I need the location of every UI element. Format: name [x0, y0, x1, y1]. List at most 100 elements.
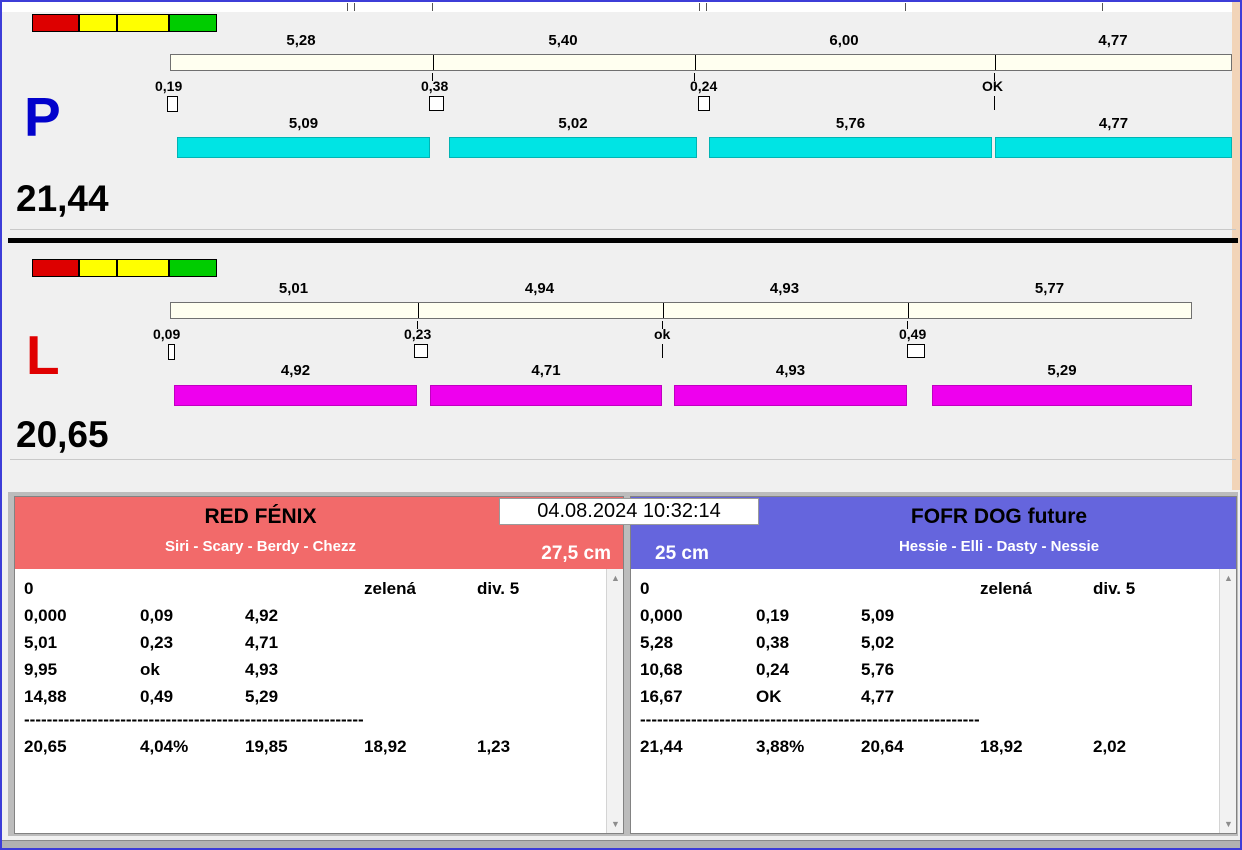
top-edge-tick [432, 3, 433, 11]
dog-time-label: 4,77 [1098, 115, 1129, 132]
indicator-green-box [169, 259, 217, 277]
table-cell [140, 575, 245, 602]
scroll-up-icon[interactable]: ▲ [1222, 571, 1235, 585]
time-bar-segment [674, 385, 907, 406]
table-cell: 2,02 [1093, 737, 1127, 756]
table-cell [980, 656, 1093, 683]
flyball-timing-window: 5,28 5,40 6,00 4,77 0,19 0,38 0,24 OK 5,… [0, 0, 1242, 850]
split-divider [663, 303, 664, 318]
time-bar-segment [995, 137, 1232, 158]
table-cell [364, 602, 477, 629]
lane-total-time: 20,65 [16, 414, 109, 455]
marker-box [698, 96, 710, 111]
results-text-right[interactable]: 0 zelená div. 5 0,000 0,19 5,09 5,28 0,3… [631, 569, 1236, 833]
scroll-down-icon[interactable]: ▼ [1222, 817, 1235, 831]
table-cell: 0,000 [24, 606, 67, 625]
table-cell [364, 656, 477, 683]
table-cell [980, 629, 1093, 656]
indicator-yellow-box [79, 14, 117, 32]
dog-time-label: 5,29 [1047, 362, 1077, 379]
table-cell [1093, 656, 1236, 683]
scrollbar[interactable]: ▲ ▼ [606, 569, 623, 833]
split-label: 6,00 [829, 32, 859, 49]
table-cell: 20,65 [24, 737, 67, 756]
indicator-red-box [32, 14, 79, 32]
table-cell [477, 683, 623, 710]
window-bottom-edge [2, 840, 1240, 848]
separator-line: ----------------------------------------… [24, 710, 364, 729]
table-cell: 5,76 [861, 660, 895, 679]
split-label: 4,94 [524, 280, 555, 297]
results-text-left[interactable]: 0 zelená div. 5 0,000 0,09 4,92 5,01 0,2… [15, 569, 623, 833]
split-label: 4,93 [769, 280, 800, 297]
table-row: 5,01 0,23 4,71 [15, 629, 623, 656]
time-bar-segment [177, 137, 430, 158]
table-cell: 5,02 [861, 633, 895, 652]
table-cell: 10,68 [640, 660, 683, 679]
top-edge-tick [699, 3, 700, 11]
lane-divider [8, 238, 1238, 243]
split-divider [433, 55, 434, 70]
table-cell: 0,49 [140, 687, 174, 706]
table-cell: div. 5 [1093, 579, 1136, 598]
table-row: 0,000 0,19 5,09 [631, 602, 1236, 629]
lane-l-section: 5,01 4,94 4,93 5,77 0,09 0,23 ok 0,49 4,… [2, 248, 1240, 458]
lane-total-time: 21,44 [16, 178, 109, 219]
split-label: 5,77 [1034, 280, 1065, 297]
marker-box [429, 96, 444, 111]
jump-height-label: 27,5 cm [541, 543, 611, 564]
dog-time-label: 4,93 [775, 362, 806, 379]
table-row: 0 zelená div. 5 [15, 575, 623, 602]
table-cell [364, 629, 477, 656]
team-panel-left: RED FÉNIX Siri - Scary - Berdy - Chezz 2… [14, 496, 624, 834]
jump-height-label: 25 cm [655, 543, 709, 564]
table-cell [245, 575, 364, 602]
table-cell [980, 602, 1093, 629]
table-cell [477, 656, 623, 683]
light-status-indicator [32, 259, 217, 277]
table-cell: 4,71 [245, 633, 279, 652]
table-cell: 20,64 [861, 737, 904, 756]
table-row: 14,88 0,49 5,29 [15, 683, 623, 710]
indicator-yellow-box [117, 259, 169, 277]
table-cell: 0,000 [640, 606, 683, 625]
table-cell: ok [140, 660, 160, 679]
time-bar-segment [449, 137, 697, 158]
table-cell [861, 575, 980, 602]
team-name: RED FÉNIX [204, 505, 317, 528]
scroll-down-icon[interactable]: ▼ [609, 817, 622, 831]
split-bar-track [170, 54, 1232, 71]
indicator-yellow-box [79, 259, 117, 277]
light-status-indicator [32, 14, 217, 32]
split-divider [418, 303, 419, 318]
table-cell [364, 683, 477, 710]
separator-line: ----------------------------------------… [640, 710, 980, 729]
top-edge-tick [347, 3, 348, 11]
change-time-label: 0,23 [404, 326, 432, 342]
time-bar-segment [709, 137, 992, 158]
time-bar-segment [430, 385, 662, 406]
lane-p-section: 5,28 5,40 6,00 4,77 0,19 0,38 0,24 OK 5,… [2, 12, 1240, 238]
table-cell: div. 5 [477, 579, 520, 598]
table-cell [756, 575, 861, 602]
table-cell: 5,28 [640, 633, 674, 652]
summary-row: 20,65 4,04% 19,85 18,92 1,23 [15, 733, 623, 760]
scroll-up-icon[interactable]: ▲ [609, 571, 622, 585]
table-cell [1093, 629, 1236, 656]
table-cell: 5,01 [24, 633, 58, 652]
marker-tick [662, 344, 663, 358]
team-dogs: Siri - Scary - Berdy - Chezz [165, 538, 356, 555]
top-edge-tick [905, 3, 906, 11]
table-cell [477, 602, 623, 629]
lane-letter: P [24, 86, 61, 148]
scrollbar[interactable]: ▲ ▼ [1219, 569, 1236, 833]
change-time-label: 0,49 [899, 326, 927, 342]
table-cell [980, 683, 1093, 710]
marker-box [167, 96, 178, 112]
table-cell [477, 629, 623, 656]
dog-time-label: 5,09 [288, 115, 319, 132]
split-divider [695, 55, 696, 70]
split-label: 5,28 [286, 32, 316, 49]
split-divider [908, 303, 909, 318]
dog-time-label: 4,92 [280, 362, 311, 379]
